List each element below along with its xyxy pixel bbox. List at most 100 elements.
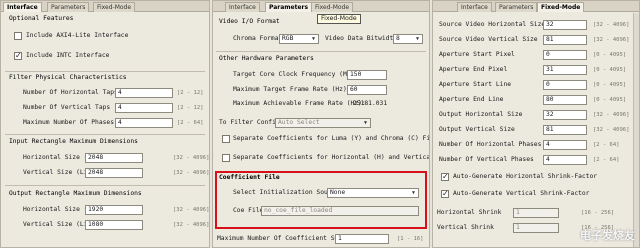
h-phases-input[interactable]: 4 — [543, 140, 587, 150]
divider — [5, 71, 205, 72]
vertical-scrollbar[interactable] — [633, 13, 639, 247]
max-coef-sets-input[interactable]: 1 — [335, 234, 389, 244]
h-taps-label: Number Of Horizontal Taps — [23, 89, 118, 96]
filter-config-value: Auto Select — [278, 119, 320, 126]
target-clock-input[interactable]: 150 — [347, 70, 387, 80]
tab-parameters[interactable]: Parameters — [265, 2, 313, 12]
data-bitwidth-value: 8 — [396, 35, 400, 42]
ap-end-pixel-input[interactable]: 31 — [543, 65, 587, 75]
ap-start-line-input[interactable]: 0 — [543, 80, 587, 90]
video-io-title: Video I/O Format — [219, 18, 280, 25]
max-phases-input[interactable]: 4 — [115, 118, 173, 128]
src-h-size-input[interactable]: 32 — [543, 20, 587, 30]
tab-interface[interactable]: Interface — [3, 2, 42, 12]
coe-file-label: Coe File — [233, 207, 264, 214]
separate-luma-checkbox[interactable] — [222, 135, 230, 143]
tab-parameters[interactable]: Parameters — [47, 2, 90, 12]
out-v-size-input[interactable]: 81 — [543, 125, 587, 135]
v-phases-label: Number Of Vertical Phases — [439, 156, 534, 163]
include-intc-checkbox[interactable] — [14, 51, 22, 60]
h-taps-range: [2 - 12] — [177, 90, 204, 96]
separate-luma-label: Separate Coefficients for Luma (Y) and C… — [233, 135, 430, 142]
other-hw-title: Other Hardware Parameters — [219, 55, 314, 62]
tab-interface[interactable]: Interface — [225, 2, 260, 12]
max-phases-label: Maximum Number Of Phases — [23, 119, 114, 126]
data-bitwidth-select[interactable]: 8 ▼ — [393, 34, 423, 44]
v-taps-input[interactable]: 4 — [115, 103, 173, 113]
filter-config-label: To Filter Config — [219, 119, 280, 126]
out-v-size-label: Output Vertical Size — [439, 126, 515, 133]
src-v-size-range: [32 - 4096] — [593, 37, 630, 43]
tab-fixed-mode[interactable]: Fixed-Mode — [311, 2, 354, 12]
h-phases-range: [2 - 64] — [593, 142, 620, 148]
ap-end-line-input[interactable]: 80 — [543, 95, 587, 105]
auto-v-shrink-checkbox[interactable] — [441, 189, 449, 198]
src-v-size-input[interactable]: 81 — [543, 35, 587, 45]
parameters-panel-right: Interface Parameters Fixed-Mode Source V… — [432, 0, 640, 248]
separate-hv-checkbox[interactable] — [222, 154, 230, 162]
tab-parameters[interactable]: Parameters — [495, 2, 538, 12]
filter-characteristics-title: Filter Physical Characteristics — [9, 74, 127, 81]
out-h-size-range: [32 - 4096] — [593, 112, 630, 118]
input-v-size-input[interactable]: 2048 — [85, 168, 143, 178]
coe-file-input[interactable]: no_coe_file_loaded — [261, 206, 419, 216]
target-clock-label: Target Core Clock Frequency (MHz) — [233, 71, 359, 78]
data-bitwidth-label: Video Data Bitwidth — [325, 35, 398, 42]
ap-end-pixel-range: [0 - 4095] — [593, 67, 627, 73]
tab-bar: Interface Parameters Fixed-Mode — [1, 1, 209, 12]
ap-start-pixel-label: Aperture Start Pixel — [439, 51, 515, 58]
h-shrink-input[interactable]: 1 — [513, 208, 559, 218]
auto-h-shrink-label: Auto-Generate Horizontal Shrink-Factor — [453, 173, 598, 180]
max-frame-rate-input[interactable]: 60 — [347, 85, 387, 95]
divider — [216, 51, 426, 52]
input-rect-title: Input Rectangle Maximum Dimensions — [9, 138, 138, 145]
output-rect-title: Output Rectangle Maximum Dimensions — [9, 190, 142, 197]
auto-v-shrink-label: Auto-Generate Vertical Shrink-Factor — [453, 190, 590, 197]
max-coef-sets-label: Maximum Number Of Coefficient Sets — [217, 235, 346, 242]
include-axi4-label: Include AXI4-Lite Interface — [26, 32, 129, 39]
max-frame-rate-label: Maximum Target Frame Rate (Hz) — [233, 86, 347, 93]
v-shrink-input[interactable]: 1 — [513, 223, 559, 233]
input-h-size-input[interactable]: 2048 — [85, 153, 143, 163]
tab-interface[interactable]: Interface — [457, 2, 492, 12]
input-h-size-range: [32 - 4096] — [173, 155, 210, 161]
h-shrink-label: Horizontal Shrink — [437, 209, 502, 216]
parameters-panel-center: Interface Parameters Fixed-Mode Fixed-Mo… — [212, 0, 430, 248]
v-taps-label: Number Of Vertical Taps — [23, 104, 111, 111]
include-intc-label: Include INTC Interface — [26, 52, 110, 59]
auto-h-shrink-checkbox[interactable] — [441, 172, 449, 181]
tab-fixed-mode[interactable]: Fixed-Mode — [93, 2, 136, 12]
init-source-select[interactable]: None ▼ — [327, 188, 419, 198]
ap-start-line-label: Aperture Start Line — [439, 81, 512, 88]
tab-fixed-mode[interactable]: Fixed-Mode — [537, 2, 585, 12]
ap-end-line-range: [0 - 4095] — [593, 97, 627, 103]
chevron-down-icon: ▼ — [311, 36, 315, 42]
optional-features-title: Optional Features — [9, 15, 74, 22]
out-v-size-range: [32 - 4096] — [593, 127, 630, 133]
init-source-value: None — [330, 189, 346, 196]
src-h-size-label: Source Video Horizontal Size — [439, 21, 546, 28]
v-phases-input[interactable]: 4 — [543, 155, 587, 165]
output-h-size-input[interactable]: 1920 — [85, 205, 143, 215]
ap-end-pixel-label: Aperture End Pixel — [439, 66, 508, 73]
watermark: 电子发烧友 — [580, 229, 635, 242]
chroma-format-label: Chroma Format — [233, 35, 283, 42]
h-phases-label: Number Of Horizontal Phases — [439, 141, 542, 148]
achievable-label: Maximum Achievable Frame Rate (Hz): — [233, 100, 366, 107]
v-shrink-label: Vertical Shrink — [437, 224, 494, 231]
init-source-label: Select Initialization Source — [233, 189, 340, 196]
fixed-mode-tooltip: Fixed-Mode — [317, 14, 361, 24]
h-shrink-range: [16 - 256] — [581, 210, 615, 216]
max-phases-range: [2 - 64] — [177, 120, 204, 126]
out-h-size-input[interactable]: 32 — [543, 110, 587, 120]
include-axi4-checkbox[interactable] — [14, 32, 22, 40]
chevron-down-icon: ▼ — [411, 190, 415, 196]
output-v-size-input[interactable]: 1080 — [85, 220, 143, 230]
h-taps-input[interactable]: 4 — [115, 88, 173, 98]
filter-config-select[interactable]: Auto Select ▼ — [275, 118, 371, 128]
chroma-format-select[interactable]: RGB ▼ — [279, 34, 319, 44]
separate-hv-label: Separate Coefficients for Horizontal (H)… — [233, 154, 430, 161]
tab-bar: Interface Parameters Fixed-Mode — [213, 1, 429, 12]
src-h-size-range: [32 - 4096] — [593, 22, 630, 28]
ap-start-pixel-input[interactable]: 0 — [543, 50, 587, 60]
